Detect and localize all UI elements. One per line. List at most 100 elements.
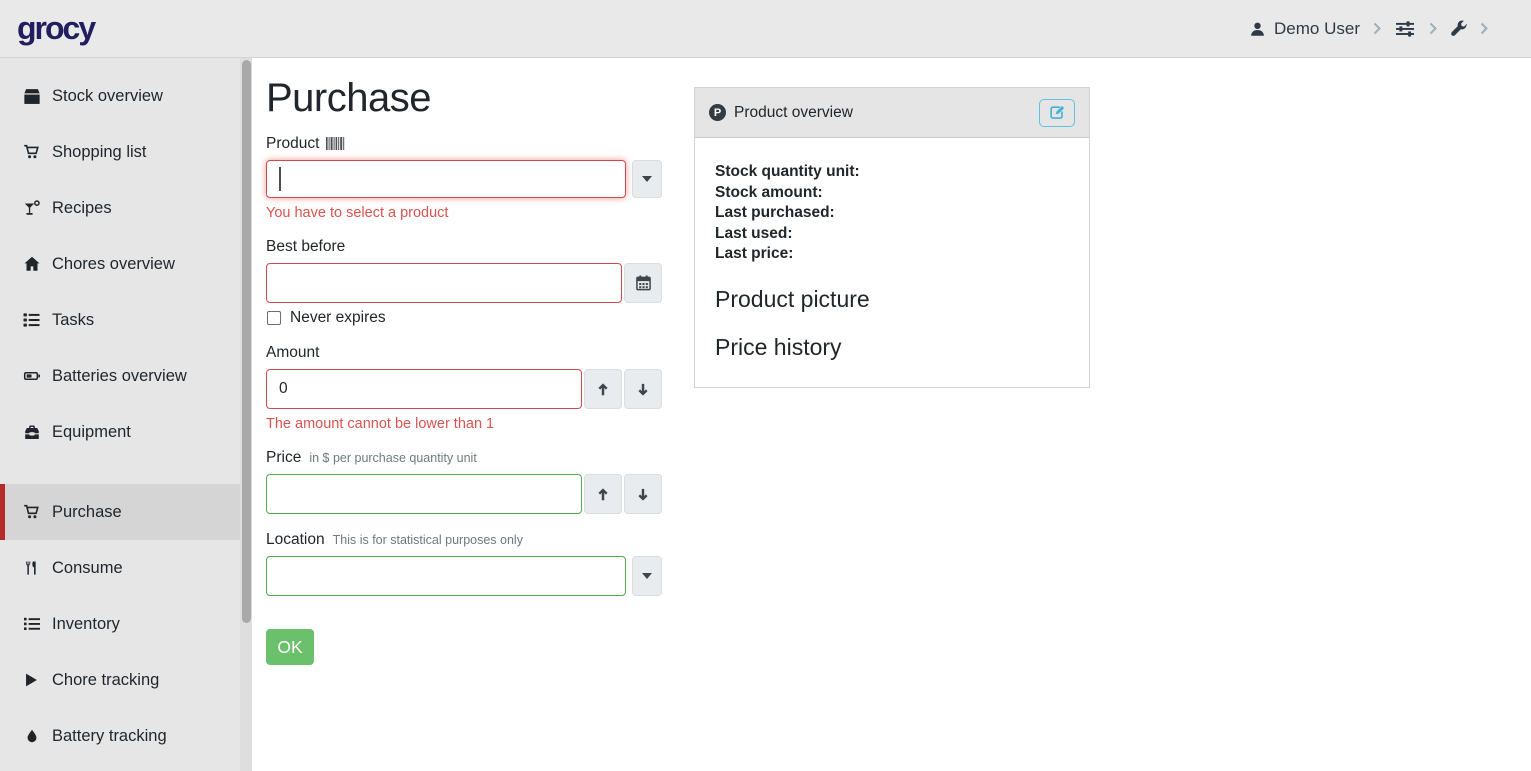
price-history-heading: Price history xyxy=(715,334,1069,361)
price-label: Price in $ per purchase quantity unit xyxy=(266,449,662,467)
text-cursor xyxy=(279,167,281,191)
amount-increment-button[interactable] xyxy=(584,369,622,409)
sidebar-item-label: Chore tracking xyxy=(52,671,159,690)
amount-field-group: Amount The amount cannot be lower than 1 xyxy=(266,344,662,432)
product-input[interactable] xyxy=(266,160,626,198)
product-picture-heading: Product picture xyxy=(715,286,1069,313)
admin-menu[interactable] xyxy=(1450,20,1467,37)
droplet-icon xyxy=(21,728,42,744)
last-price-field: Last price: xyxy=(715,244,1069,265)
never-expires-checkbox[interactable] xyxy=(267,311,281,325)
product-label: Product xyxy=(266,135,662,153)
stock-amount-field: Stock amount: xyxy=(715,183,1069,204)
stock-quantity-unit-field: Stock quantity unit: xyxy=(715,162,1069,183)
amount-decrement-button[interactable] xyxy=(624,369,662,409)
sidebar-nav: Stock overview Shopping list Recipes Cho… xyxy=(0,58,252,771)
sidebar-item-inventory[interactable]: Inventory xyxy=(0,596,252,652)
location-input[interactable] xyxy=(266,556,626,596)
arrow-down-icon xyxy=(636,487,650,502)
sidebar-item-equipment[interactable]: Equipment xyxy=(0,404,252,460)
product-field-group: Product You have to select a product xyxy=(266,135,662,221)
location-label: Location This is for statistical purpose… xyxy=(266,531,662,549)
sidebar-item-chore-tracking[interactable]: Chore tracking xyxy=(0,652,252,708)
calendar-icon xyxy=(636,275,651,291)
utensils-icon xyxy=(21,560,42,576)
product-circle-icon: P xyxy=(709,104,726,121)
sidebar-item-label: Stock overview xyxy=(52,87,163,106)
amount-label: Amount xyxy=(266,344,662,362)
sidebar-item-label: Shopping list xyxy=(52,143,146,162)
edit-product-button[interactable] xyxy=(1039,99,1075,127)
sidebar-item-label: Equipment xyxy=(52,423,131,442)
sliders-icon xyxy=(1394,20,1416,38)
product-overview-title: Product overview xyxy=(734,104,853,122)
main-content: Purchase Product You have to select a pr… xyxy=(252,58,1531,771)
never-expires-label: Never expires xyxy=(290,309,386,327)
best-before-input[interactable] xyxy=(266,263,622,303)
product-dropdown-button[interactable] xyxy=(632,160,662,198)
price-field-group: Price in $ per purchase quantity unit xyxy=(266,449,662,514)
sidebar-scrollbar-track[interactable] xyxy=(240,58,252,771)
last-purchased-field: Last purchased: xyxy=(715,203,1069,224)
sidebar-item-consume[interactable]: Consume xyxy=(0,540,252,596)
grocy-logo[interactable]: grocy xyxy=(17,10,94,47)
edit-icon xyxy=(1050,105,1065,120)
location-field-group: Location This is for statistical purpose… xyxy=(266,531,662,596)
tasks-icon xyxy=(21,312,42,328)
arrow-up-icon xyxy=(596,487,610,502)
user-icon xyxy=(1250,21,1265,37)
home-icon xyxy=(21,256,42,272)
sidebar-item-label: Consume xyxy=(52,559,123,578)
box-icon xyxy=(21,88,42,105)
price-hint: in $ per purchase quantity unit xyxy=(309,451,476,465)
product-error: You have to select a product xyxy=(266,205,662,221)
never-expires-row: Never expires xyxy=(266,309,662,327)
chevron-right-icon xyxy=(1480,22,1488,35)
chevron-right-icon xyxy=(1373,22,1381,35)
play-icon xyxy=(21,672,42,688)
ok-button[interactable]: OK xyxy=(266,629,314,665)
best-before-field-group: Best before Never expires xyxy=(266,238,662,327)
sidebar-item-label: Inventory xyxy=(52,615,120,634)
sidebar-item-battery-tracking[interactable]: Battery tracking xyxy=(0,708,252,764)
toolbox-icon xyxy=(21,424,42,440)
sidebar-item-shopping-list[interactable]: Shopping list xyxy=(0,124,252,180)
sidebar-item-batteries-overview[interactable]: Batteries overview xyxy=(0,348,252,404)
sidebar-item-purchase[interactable]: Purchase xyxy=(0,484,252,540)
sidebar-scrollbar-thumb[interactable] xyxy=(242,60,251,623)
location-hint: This is for statistical purposes only xyxy=(333,533,523,547)
sidebar-item-label: Purchase xyxy=(52,503,122,522)
best-before-label: Best before xyxy=(266,238,662,256)
last-used-field: Last used: xyxy=(715,224,1069,245)
sidebar-item-chores-overview[interactable]: Chores overview xyxy=(0,236,252,292)
chevron-right-icon xyxy=(1429,22,1437,35)
sidebar-item-recipes[interactable]: Recipes xyxy=(0,180,252,236)
topbar-right-nav: Demo User xyxy=(1250,19,1501,39)
caret-down-icon xyxy=(642,176,652,182)
user-menu-label: Demo User xyxy=(1274,19,1360,39)
settings-menu[interactable] xyxy=(1394,20,1416,38)
wrench-icon xyxy=(1450,20,1467,37)
price-increment-button[interactable] xyxy=(584,474,622,514)
sidebar-item-stock-overview[interactable]: Stock overview xyxy=(0,68,252,124)
sidebar-item-label: Batteries overview xyxy=(52,367,187,386)
arrow-down-icon xyxy=(636,382,650,397)
sidebar-item-label: Recipes xyxy=(52,199,112,218)
amount-error: The amount cannot be lower than 1 xyxy=(266,416,662,432)
battery-icon xyxy=(21,368,42,384)
product-overview-card-body: Stock quantity unit: Stock amount: Last … xyxy=(695,138,1089,387)
shopping-cart-icon xyxy=(21,144,42,160)
price-input[interactable] xyxy=(266,474,582,514)
sidebar-item-label: Battery tracking xyxy=(52,727,167,746)
barcode-icon xyxy=(326,137,345,151)
user-menu[interactable]: Demo User xyxy=(1250,19,1360,39)
page-title: Purchase xyxy=(266,76,662,121)
list-icon xyxy=(21,616,42,632)
amount-input[interactable] xyxy=(266,369,582,409)
sidebar-item-label: Tasks xyxy=(52,311,94,330)
price-decrement-button[interactable] xyxy=(624,474,662,514)
sidebar-item-tasks[interactable]: Tasks xyxy=(0,292,252,348)
location-dropdown-button[interactable] xyxy=(632,556,662,596)
arrow-up-icon xyxy=(596,382,610,397)
calendar-button[interactable] xyxy=(624,263,662,303)
